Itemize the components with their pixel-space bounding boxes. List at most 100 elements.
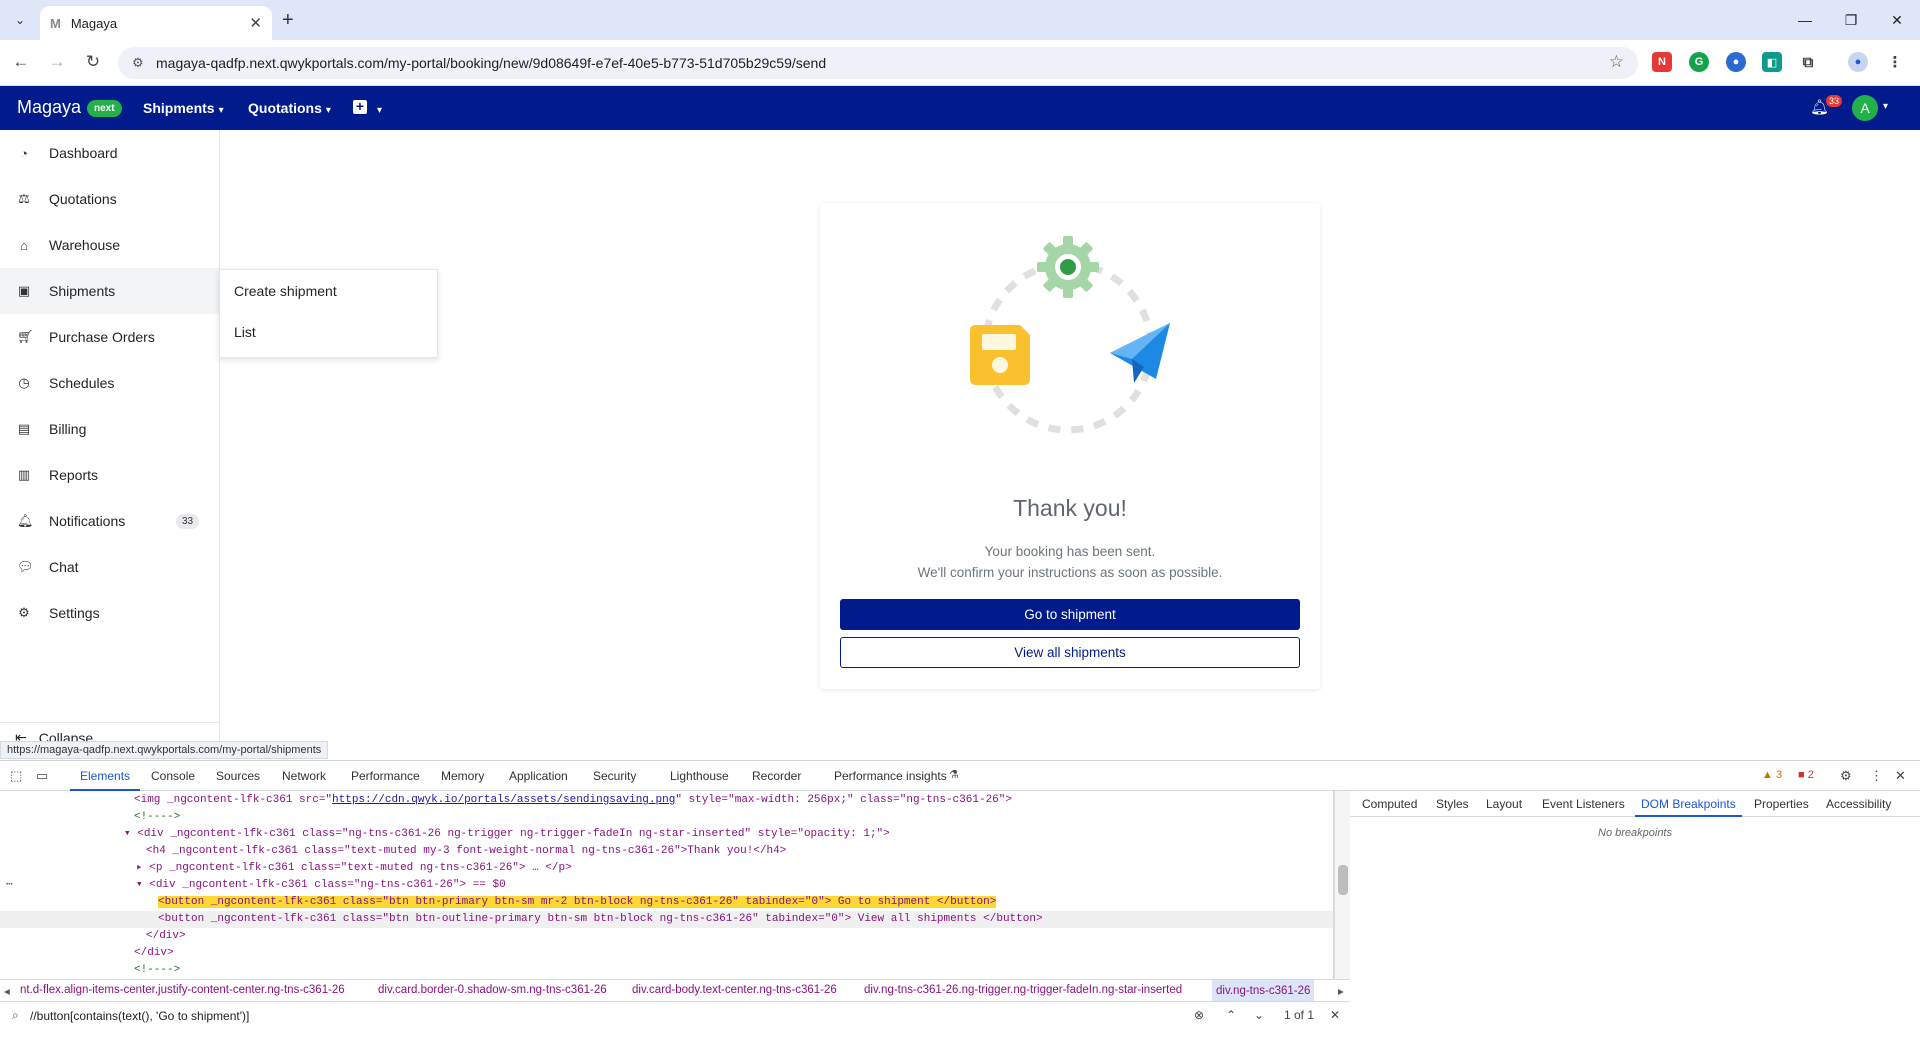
breadcrumb-item[interactable]: div.card.border-0.shadow-sm.ng-tns-c361-… [378,984,607,996]
tab-search-chevron-icon[interactable]: ⌄ [8,8,32,32]
nav-shipments-menu[interactable]: Shipments ▾ [143,100,224,116]
brand-logo[interactable]: Magaya [17,97,81,118]
dom-line-selected-div[interactable]: ▾ <div _ngcontent-lfk-c361 class="ng-tns… [136,877,506,894]
address-bar[interactable]: ⚙ magaya-qadfp.next.qwykportals.com/my-p… [118,47,1638,79]
devtools-tab-performance[interactable]: Performance [351,769,420,783]
side-tab-styles[interactable]: Styles [1436,797,1469,811]
sidebar-item-notifications[interactable]: 🔔︎ Notifications 33 [0,498,219,544]
extension-new-icon[interactable]: N [1652,52,1672,72]
sidebar-item-dashboard[interactable]: ◔ Dashboard [0,130,219,176]
sidebar-item-shipments[interactable]: ▣ Shipments [0,268,219,314]
side-tab-computed[interactable]: Computed [1362,797,1417,811]
back-arrow-icon[interactable]: ← [10,52,32,72]
go-to-shipment-button[interactable]: Go to shipment [840,599,1300,630]
sidebar-item-settings[interactable]: ⚙ Settings [0,590,219,636]
breadcrumb-right-arrow-icon[interactable]: ▸ [1338,984,1344,998]
devtools-tab-bar: ⬚ ▭ Elements Console Sources Network Per… [0,761,1920,791]
notifications-badge: 33 [176,513,200,529]
dom-line-h4[interactable]: <h4 _ngcontent-lfk-c361 class="text-mute… [146,843,786,860]
side-tab-dom-breakpoints[interactable]: DOM Breakpoints [1635,797,1742,817]
dom-tree-scrollbar[interactable] [1334,791,1350,979]
dom-line-img[interactable]: <img _ngcontent-lfk-c361 src="https://cd… [134,792,1012,809]
forward-arrow-icon[interactable]: → [46,52,68,72]
side-tab-event-listeners[interactable]: Event Listeners [1542,797,1625,811]
devtools-tab-sources[interactable]: Sources [216,769,260,783]
browser-menu-kebab-icon[interactable]: ⋮ [1885,52,1905,72]
dom-line-text: <div _ngcontent-lfk-c361 class="ng-tns-c… [137,828,890,840]
devtools-panel: ⬚ ▭ Elements Console Sources Network Per… [0,760,1920,1040]
sidebar-item-label: Dashboard [49,145,118,161]
breadcrumb-item[interactable]: div.card-body.text-center.ng-tns-c361-26 [632,984,837,996]
close-window-icon[interactable]: ✕ [1874,0,1920,40]
side-tab-accessibility[interactable]: Accessibility [1826,797,1891,811]
reload-icon[interactable]: ↻ [82,52,104,72]
flyout-create-shipment[interactable]: Create shipment [220,270,437,311]
sidebar-item-label: Warehouse [49,237,121,253]
profile-icon[interactable]: ● [1848,52,1868,72]
devtools-settings-gear-icon[interactable]: ⚙ [1840,768,1852,784]
nav-quotations-menu[interactable]: Quotations ▾ [248,100,331,116]
sidebar-item-label: Billing [49,421,87,437]
dom-img-src-link[interactable]: https://cdn.qwyk.io/portals/assets/sendi… [332,794,675,806]
flyout-list[interactable]: List [220,311,437,352]
dom-line-p[interactable]: ▸ <p _ngcontent-lfk-c361 class="text-mut… [136,860,572,877]
restore-window-icon[interactable]: ❐ [1828,0,1874,40]
side-tab-properties[interactable]: Properties [1754,797,1809,811]
user-menu-chevron-icon[interactable]: ▾ [1883,101,1888,112]
devtools-tab-console[interactable]: Console [151,769,195,783]
device-toolbar-icon[interactable]: ▭ [36,768,48,784]
sidebar-item-billing[interactable]: ▤ Billing [0,406,219,452]
close-search-icon[interactable]: ✕ [1330,1008,1340,1022]
previous-match-icon[interactable]: ⌃ [1226,1008,1236,1022]
dom-line-view-all-button[interactable]: <button _ngcontent-lfk-c361 class="btn b… [158,911,1043,928]
extensions-puzzle-icon[interactable]: ⧉ [1798,52,1818,72]
quick-add-plus-icon[interactable]: + [353,99,367,114]
devtools-tab-memory[interactable]: Memory [441,769,484,783]
sidebar-item-reports[interactable]: ▥ Reports [0,452,219,498]
user-avatar[interactable]: A [1852,95,1878,121]
dom-row-ellipsis-icon[interactable]: ⋯ [6,877,13,894]
site-info-icon[interactable]: ⚙ [132,55,144,71]
extension-grammarly-icon[interactable]: G [1689,52,1709,72]
devtools-tab-elements[interactable]: Elements [69,769,141,791]
sidebar-item-schedules[interactable]: ◷ Schedules [0,360,219,406]
view-all-shipments-button[interactable]: View all shipments [840,637,1300,668]
sidebar-item-quotations[interactable]: ⚖ Quotations [0,176,219,222]
breadcrumb-left-arrow-icon[interactable]: ◂ [4,984,10,998]
dom-line-go-to-shipment-button[interactable]: <button _ngcontent-lfk-c361 class="btn b… [158,896,997,908]
devtools-tab-performance-insights[interactable]: Performance insights [834,769,947,783]
breadcrumb-item-selected[interactable]: div.ng-tns-c361-26 [1212,980,1315,1001]
new-tab-plus-icon[interactable]: + [282,8,294,32]
extension-teal-icon[interactable]: ◧ [1762,52,1782,72]
devtools-close-icon[interactable]: ✕ [1895,768,1906,784]
devtools-tab-lighthouse[interactable]: Lighthouse [670,769,729,783]
bookmark-star-icon[interactable]: ☆ [1609,52,1624,72]
browser-tab[interactable]: M Magaya ✕ [40,6,272,40]
sidebar-item-chat[interactable]: 💬︎ Chat [0,544,219,590]
side-tab-layout[interactable]: Layout [1486,797,1522,811]
minimize-window-icon[interactable]: — [1782,0,1828,40]
warnings-count[interactable]: ▲ 3 [1762,769,1782,781]
devtools-tab-network[interactable]: Network [282,769,326,783]
devtools-tab-security[interactable]: Security [593,769,636,783]
dom-line-fadein-div[interactable]: ▾ <div _ngcontent-lfk-c361 class="ng-tns… [124,826,890,843]
breadcrumb-item[interactable]: nt.d-flex.align-items-center.justify-con… [20,984,345,996]
errors-count[interactable]: ■ 2 [1798,769,1814,781]
scrollbar-thumb[interactable] [1338,865,1348,895]
breadcrumb-item[interactable]: div.ng-tns-c361-26.ng-trigger.ng-trigger… [864,984,1182,996]
sidebar-item-purchase-orders[interactable]: 🛒︎ Purchase Orders [0,314,219,360]
inspect-element-icon[interactable]: ⬚ [10,768,22,784]
dom-line-close-div[interactable]: </div> [146,928,186,945]
devtools-menu-kebab-icon[interactable]: ⋮ [1870,768,1883,784]
dom-line-close-div[interactable]: </div> [134,945,174,962]
next-match-icon[interactable]: ⌄ [1254,1008,1264,1022]
extension-password-icon[interactable]: ● [1726,52,1746,72]
devtools-tab-recorder[interactable]: Recorder [752,769,801,783]
devtools-tab-application[interactable]: Application [509,769,568,783]
close-tab-icon[interactable]: ✕ [249,14,262,32]
sidebar-item-warehouse[interactable]: ⌂ Warehouse [0,222,219,268]
clear-search-icon[interactable]: ⊗ [1194,1008,1204,1022]
dom-line-img-end: " style="max-width: 256px;" class="ng-tn… [675,794,1012,806]
dom-search-input[interactable]: //button[contains(text(), 'Go to shipmen… [30,1009,249,1023]
quick-add-chevron-icon[interactable]: ▾ [373,100,382,116]
